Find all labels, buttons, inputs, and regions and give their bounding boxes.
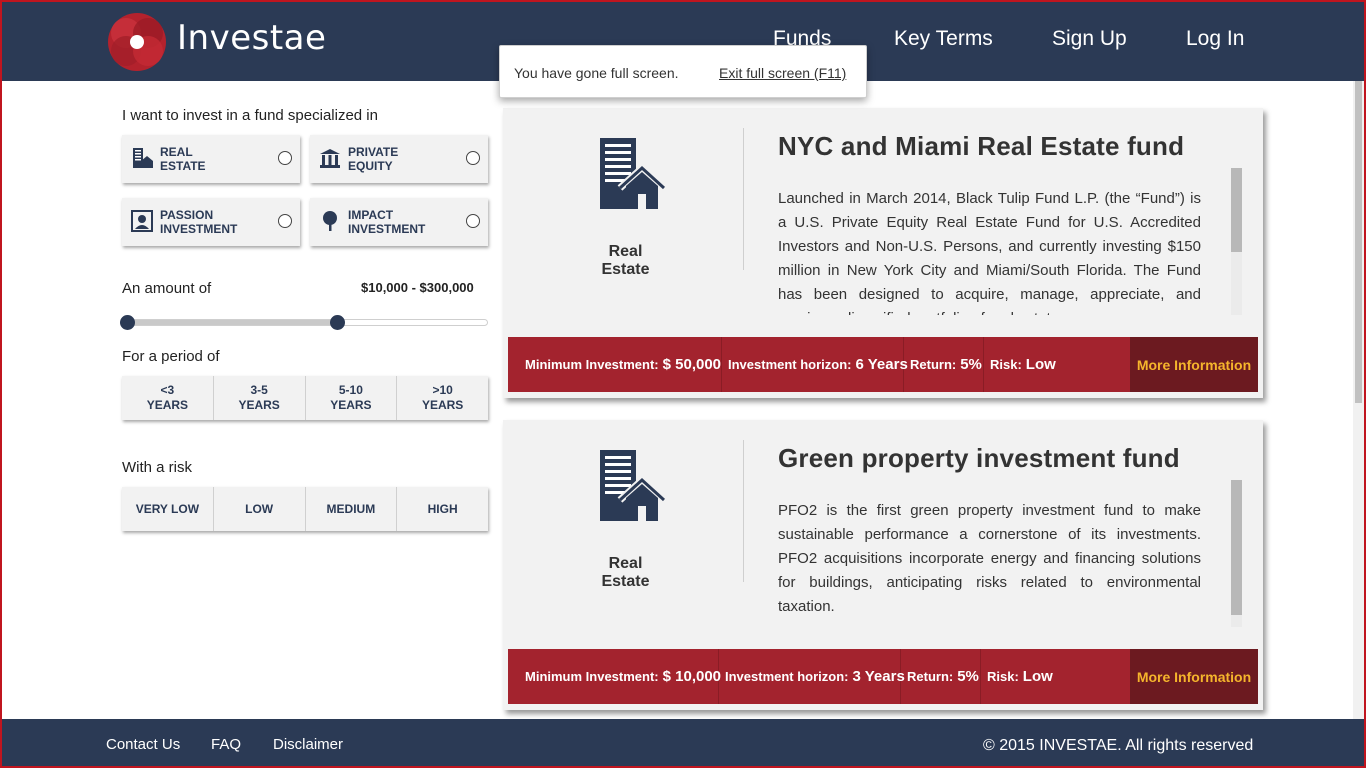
- fund-title[interactable]: NYC and Miami Real Estate fund: [778, 131, 1184, 162]
- fullscreen-message: You have gone full screen.: [514, 65, 679, 81]
- site-footer: Contact Us FAQ Disclaimer © 2015 INVESTA…: [0, 719, 1366, 768]
- amount-label: An amount of: [122, 280, 212, 297]
- sector-option-label: IMPACT INVESTMENT: [348, 208, 426, 236]
- period-option-5-10[interactable]: 5-10 YEARS: [306, 376, 398, 420]
- bank-icon: [320, 149, 340, 168]
- amount-slider-fill: [121, 320, 339, 325]
- sector-radio-impact-investment[interactable]: [466, 214, 480, 228]
- footer-contact-us-link[interactable]: Contact Us: [106, 736, 180, 753]
- fund-card: Real Estate NYC and Miami Real Estate fu…: [503, 108, 1263, 398]
- sector-option-label: REAL ESTATE: [160, 145, 206, 173]
- sector-option-passion-investment[interactable]: PASSION INVESTMENT: [122, 198, 300, 246]
- fund-risk: Risk: Low: [990, 356, 1056, 373]
- description-scrollbar[interactable]: [1231, 168, 1242, 315]
- amount-slider-min-handle[interactable]: [120, 315, 135, 330]
- fund-return: Return: 5%: [901, 649, 981, 704]
- sector-radio-passion-investment[interactable]: [278, 214, 292, 228]
- sector-radio-real-estate[interactable]: [278, 151, 292, 165]
- fund-title[interactable]: Green property investment fund: [778, 443, 1180, 474]
- building-icon: [600, 450, 667, 521]
- nav-key-terms[interactable]: Key Terms: [894, 27, 993, 51]
- sector-option-impact-investment[interactable]: IMPACT INVESTMENT: [310, 198, 488, 246]
- sector-filter-label: I want to invest in a fund specialized i…: [122, 107, 378, 124]
- fund-card: Real Estate Green property investment fu…: [503, 420, 1263, 710]
- exit-fullscreen-link[interactable]: Exit full screen (F11): [719, 65, 846, 81]
- card-divider: [743, 440, 744, 582]
- sector-option-label: PASSION INVESTMENT: [160, 208, 238, 236]
- fund-description: Launched in March 2014, Black Tulip Fund…: [778, 190, 1201, 315]
- investment-horizon: Investment horizon: 6 Years: [722, 337, 908, 392]
- investment-horizon: Investment horizon: 3 Years: [719, 649, 905, 704]
- period-option-gt10[interactable]: >10 YEARS: [397, 376, 488, 420]
- period-label: For a period of: [122, 348, 220, 365]
- fund-category: Real Estate: [601, 555, 650, 590]
- footer-disclaimer-link[interactable]: Disclaimer: [273, 736, 343, 753]
- fund-description: PFO2 is the first green property investm…: [778, 502, 1201, 615]
- risk-option-high[interactable]: HIGH: [397, 487, 488, 531]
- sector-option-label: PRIVATE EQUITY: [348, 145, 399, 173]
- sector-option-real-estate[interactable]: REAL ESTATE: [122, 135, 300, 183]
- description-scrollbar-thumb[interactable]: [1231, 168, 1242, 252]
- copyright: © 2015 INVESTAE. All rights reserved: [983, 737, 1254, 754]
- sector-option-private-equity[interactable]: PRIVATE EQUITY: [310, 135, 488, 183]
- description-scrollbar[interactable]: [1231, 480, 1242, 627]
- period-selector: <3 YEARS 3-5 YEARS 5-10 YEARS >10 YEARS: [122, 376, 488, 420]
- fullscreen-notice: You have gone full screen. Exit full scr…: [499, 45, 867, 98]
- more-information-button[interactable]: More Information: [1130, 649, 1258, 704]
- brand-name[interactable]: Investae: [177, 18, 326, 58]
- description-scrollbar-thumb[interactable]: [1231, 480, 1242, 615]
- fund-summary-bar: Minimum Investment: $ 50,000 Investment h…: [508, 337, 1258, 392]
- fund-summary-bar: Minimum Investment: $ 10,000 Investment h…: [508, 649, 1258, 704]
- portrait-icon: [131, 210, 153, 232]
- building-icon: [133, 148, 153, 168]
- risk-option-low[interactable]: LOW: [214, 487, 306, 531]
- sector-radio-private-equity[interactable]: [466, 151, 480, 165]
- amount-slider-track[interactable]: [120, 319, 488, 326]
- footer-faq-link[interactable]: FAQ: [211, 736, 241, 753]
- tree-icon: [323, 211, 337, 231]
- page-scrollbar[interactable]: [1353, 81, 1364, 719]
- page-scrollbar-thumb[interactable]: [1355, 81, 1362, 403]
- risk-option-medium[interactable]: MEDIUM: [306, 487, 398, 531]
- nav-sign-up[interactable]: Sign Up: [1052, 27, 1127, 51]
- nav-log-in[interactable]: Log In: [1186, 27, 1244, 51]
- amount-range-value: $10,000 - $300,000: [361, 280, 474, 295]
- period-option-3-5[interactable]: 3-5 YEARS: [214, 376, 306, 420]
- fund-category: Real Estate: [601, 243, 650, 278]
- risk-option-very-low[interactable]: VERY LOW: [122, 487, 214, 531]
- fund-return: Return: 5%: [904, 337, 984, 392]
- card-divider: [743, 128, 744, 270]
- investae-logo-icon[interactable]: [106, 11, 168, 73]
- period-option-lt3[interactable]: <3 YEARS: [122, 376, 214, 420]
- building-icon: [600, 138, 667, 209]
- amount-slider-max-handle[interactable]: [329, 315, 345, 330]
- min-investment: Minimum Investment: $ 50,000: [508, 337, 722, 392]
- min-investment: Minimum Investment: $ 10,000: [508, 649, 721, 704]
- risk-selector: VERY LOW LOW MEDIUM HIGH: [122, 487, 488, 531]
- fund-risk: Risk: Low: [987, 668, 1053, 685]
- risk-label: With a risk: [122, 459, 193, 476]
- more-information-button[interactable]: More Information: [1130, 337, 1258, 392]
